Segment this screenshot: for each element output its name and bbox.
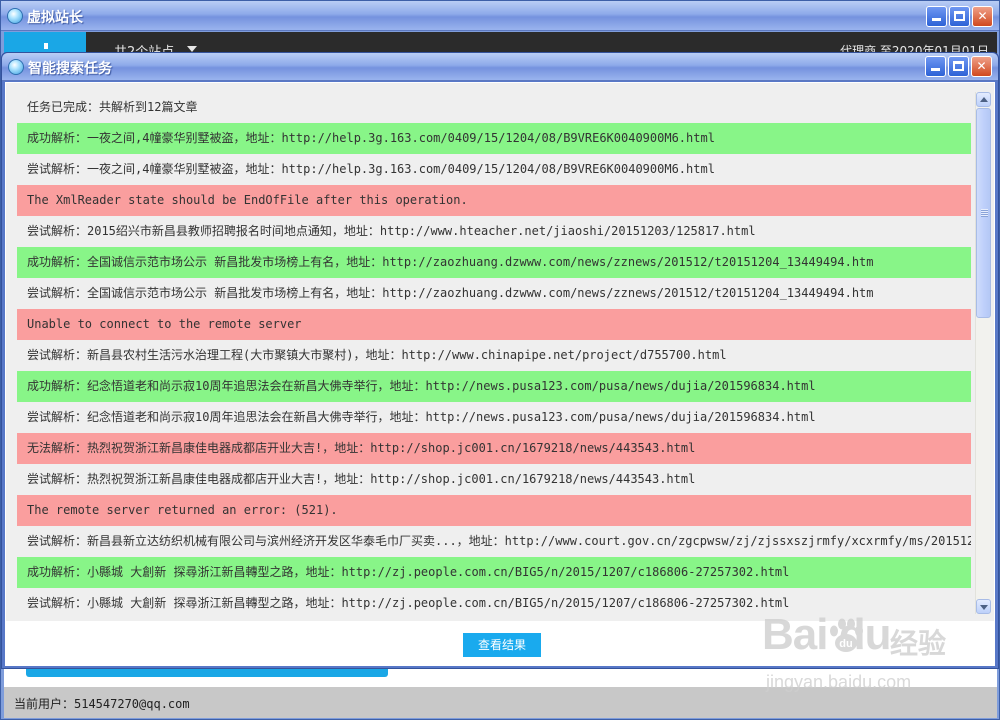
current-user-label: 当前用户：514547270@qq.com <box>14 697 190 711</box>
log-row: 成功解析：纪念悟道老和尚示寂10周年追思法会在新昌大佛寺举行，地址：http:/… <box>17 371 971 402</box>
close-icon: ✕ <box>977 9 988 23</box>
dialog-window-controls: ✕ <box>925 56 992 77</box>
log-row: 成功解析：全国诚信示范市场公示 新昌批发市场榜上有名，地址：http://zao… <box>17 247 971 278</box>
dialog-globe-icon <box>8 59 24 75</box>
scroll-thumb[interactable] <box>976 108 991 318</box>
log-row: 尝试解析：新昌县新立达纺织机械有限公司与滨州经济开发区华泰毛巾厂买卖...，地址… <box>27 534 971 548</box>
minimize-icon <box>931 68 940 71</box>
main-content-area <box>4 669 997 687</box>
log-row: 尝试解析：热烈祝贺浙江新昌康佳电器成都店开业大吉!，地址：http://shop… <box>27 472 696 486</box>
view-results-button[interactable]: 查看结果 <box>463 633 541 657</box>
log-row: 尝试解析：新昌县农村生活污水治理工程(大市聚镇大市聚村)，地址：http://w… <box>27 348 727 362</box>
status-bar: 当前用户：514547270@qq.com <box>4 687 997 718</box>
log-scrollbar[interactable] <box>975 92 991 614</box>
dialog-maximize-button[interactable] <box>948 56 969 77</box>
log-row: 成功解析：一夜之间,4幢豪华别墅被盗，地址：http://help.3g.163… <box>17 123 971 154</box>
log-row: 尝试解析：全国诚信示范市场公示 新昌批发市场榜上有名，地址：http://zao… <box>27 286 874 300</box>
scroll-down-button[interactable] <box>976 599 991 614</box>
main-blue-panel <box>26 669 388 677</box>
maximize-icon <box>954 11 965 21</box>
grip-icon <box>981 209 988 217</box>
app-logo <box>4 32 86 54</box>
maximize-button[interactable] <box>949 6 970 27</box>
search-task-dialog: 智能搜索任务 ✕ 任务已完成：共解析到12篇文章成功解析：一夜之间,4幢豪华别墅… <box>1 52 999 669</box>
log-row: 尝试解析：一夜之间,4幢豪华别墅被盗，地址：http://help.3g.163… <box>27 162 715 176</box>
log-row: 尝试解析：纪念悟道老和尚示寂10周年追思法会在新昌大佛寺举行，地址：http:/… <box>27 410 816 424</box>
scroll-up-button[interactable] <box>976 92 991 107</box>
dialog-minimize-button[interactable] <box>925 56 946 77</box>
maximize-icon <box>953 61 964 71</box>
log-row: 成功解析：小縣城 大創新 探尋浙江新昌轉型之路，地址：http://zj.peo… <box>17 557 971 588</box>
log-row: 尝试解析：小縣城 大創新 探尋浙江新昌轉型之路，地址：http://zj.peo… <box>27 596 790 610</box>
dialog-close-button[interactable]: ✕ <box>971 56 992 77</box>
dialog-title: 智能搜索任务 <box>28 61 112 77</box>
log-row: 无法解析：热烈祝贺浙江新昌康佳电器成都店开业大吉!，地址：http://shop… <box>17 433 971 464</box>
main-titlebar[interactable]: 虚拟站长 ✕ <box>1 1 999 31</box>
dialog-body: 任务已完成：共解析到12篇文章成功解析：一夜之间,4幢豪华别墅被盗，地址：htt… <box>5 82 995 666</box>
log-row: The XmlReader state should be EndOfFile … <box>17 185 971 216</box>
dialog-titlebar[interactable]: 智能搜索任务 ✕ <box>2 53 998 81</box>
close-icon: ✕ <box>976 59 987 73</box>
app-globe-icon <box>7 8 23 24</box>
log-row: 尝试解析：2015绍兴市新昌县教师招聘报名时间地点通知，地址：http://ww… <box>27 224 756 238</box>
minimize-button[interactable] <box>926 6 947 27</box>
log-list[interactable]: 任务已完成：共解析到12篇文章成功解析：一夜之间,4幢豪华别墅被盗，地址：htt… <box>17 92 973 622</box>
log-panel: 任务已完成：共解析到12篇文章成功解析：一夜之间,4幢豪华别墅被盗，地址：htt… <box>5 82 995 622</box>
log-row: The remote server returned an error: (52… <box>17 495 971 526</box>
close-button[interactable]: ✕ <box>972 6 993 27</box>
main-window-title: 虚拟站长 <box>27 10 83 26</box>
main-window-controls: ✕ <box>926 6 993 27</box>
log-row: 任务已完成：共解析到12篇文章 <box>27 100 198 114</box>
arrow-down-icon <box>980 605 988 610</box>
minimize-icon <box>932 18 941 21</box>
arrow-up-icon <box>980 97 988 102</box>
app-header: 共2个站点 代理商 至2020年01月01日 <box>4 32 997 54</box>
log-row: Unable to connect to the remote server <box>17 309 971 340</box>
